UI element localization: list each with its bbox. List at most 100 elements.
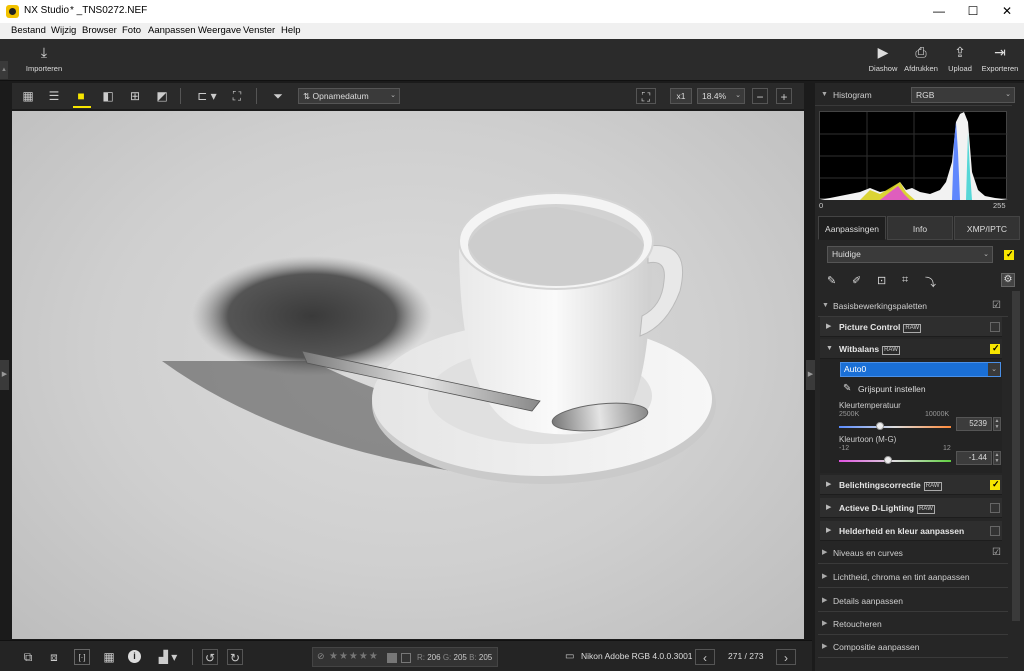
tab-aanpassingen[interactable]: Aanpassingen	[818, 216, 886, 240]
menu-browser[interactable]: Browser	[82, 25, 117, 36]
menu-help[interactable]: Help	[281, 25, 301, 36]
picture-control-palette[interactable]: ▶ Picture Control RAW	[820, 317, 1002, 337]
menu-wijzig[interactable]: Wijzig	[51, 25, 76, 36]
tint-slider-knob[interactable]	[884, 456, 892, 464]
grey-point-eyedropper-icon[interactable]: ✎	[843, 383, 851, 394]
import-button[interactable]: ⤓ Importeren	[22, 43, 66, 73]
r-value: 206	[427, 653, 441, 662]
active-d-lighting-checkbox[interactable]	[990, 503, 1000, 513]
label-tag-icon[interactable]	[401, 653, 411, 663]
crop-icon[interactable]: ⌗	[902, 274, 908, 287]
next-image-icon[interactable]: ›	[776, 649, 796, 665]
grey-point-button[interactable]: Grijspunt instellen	[858, 384, 926, 394]
adjust-panel-scrollbar[interactable]	[1012, 291, 1020, 621]
filmstrip-view-icon[interactable]: ◧	[100, 88, 116, 104]
list-view-icon[interactable]: ☰	[46, 88, 62, 104]
rotate-left-icon[interactable]: ↺	[202, 649, 218, 665]
slideshow-button[interactable]: ▶ Diashow	[866, 43, 900, 73]
compare-view-icon[interactable]: ⊞	[127, 88, 143, 104]
white-balance-palette[interactable]: ▼ Witbalans RAW	[820, 339, 1002, 359]
close-icon[interactable]: ✕	[990, 0, 1024, 23]
export-button[interactable]: ⇥ Exporteren	[980, 43, 1020, 73]
white-balance-checkbox[interactable]	[990, 343, 1000, 354]
section-retouch[interactable]: ▶ Retoucheren	[818, 613, 1008, 635]
exposure-correction-palette[interactable]: ▶ Belichtingscorrectie RAW	[820, 475, 1002, 495]
protect-icon[interactable]: ⊘	[317, 651, 325, 662]
rating-stars-icon[interactable]: ★★★★★	[329, 651, 379, 662]
info-icon[interactable]: i	[128, 650, 141, 663]
histogram-title: Histogram	[833, 90, 872, 100]
temperature-slider[interactable]	[839, 426, 951, 428]
right-panel-toggle-icon[interactable]: ▶	[806, 360, 815, 390]
histogram-channel-dropdown[interactable]: RGB ⌄	[911, 87, 1015, 103]
rotate-right-icon[interactable]: ↻	[227, 649, 243, 665]
basic-palettes-check-icon[interactable]: ☑	[992, 300, 1001, 311]
nx-studio-logo-icon	[6, 5, 19, 18]
photo-preview[interactable]	[12, 111, 804, 639]
picture-control-checkbox[interactable]	[990, 322, 1000, 332]
active-d-lighting-palette[interactable]: ▶ Actieve D-Lighting RAW	[820, 498, 1002, 518]
frame-icon[interactable]: [·]	[74, 649, 90, 665]
white-balance-mode-dropdown[interactable]: Auto0 ⌄	[840, 362, 1001, 377]
white-balance-mode-value: Auto0	[844, 364, 867, 374]
menu-foto[interactable]: Foto	[122, 25, 141, 36]
section-details[interactable]: ▶ Details aanpassen	[818, 590, 1008, 612]
monitor-icon: ▭	[565, 651, 575, 662]
maximize-icon[interactable]: ☐	[956, 0, 990, 23]
zoom-level-dropdown[interactable]: 18.4% ⌄	[697, 88, 745, 104]
chevron-right-icon: ▶	[822, 620, 828, 627]
layout-menu-icon[interactable]: ⊏ ▾	[194, 88, 220, 104]
retouch-brush-icon[interactable]: ✐	[852, 274, 861, 287]
temperature-slider-knob[interactable]	[876, 422, 884, 430]
temperature-spinner[interactable]: ▲ ▼	[993, 417, 1001, 431]
zoom-in-icon[interactable]: +	[776, 88, 792, 104]
full-screen-icon[interactable]: ⛶	[636, 88, 656, 104]
upload-button[interactable]: ⇪ Upload	[944, 43, 976, 73]
exposure-correction-checkbox[interactable]	[990, 479, 1000, 490]
section-composition[interactable]: ▶ Compositie aanpassen	[818, 636, 1008, 658]
menu-aanpassen[interactable]: Aanpassen	[148, 25, 196, 36]
temperature-input[interactable]: 5239	[956, 417, 992, 431]
tab-xmp-iptc[interactable]: XMP/IPTC	[954, 216, 1020, 240]
collapse-toolbar-icon[interactable]: ▲	[0, 61, 8, 79]
label-color-icon[interactable]	[387, 653, 397, 663]
thumbnail-grid-icon[interactable]: ▦	[20, 88, 36, 104]
perspective-icon[interactable]: ⤵	[925, 274, 936, 290]
menu-venster[interactable]: Venster	[243, 25, 275, 36]
gear-icon[interactable]: ⚙	[1001, 273, 1015, 287]
straighten-icon[interactable]: ⊡	[877, 274, 886, 287]
print-button[interactable]: ⎙ Afdrukken	[902, 43, 940, 73]
preset-indicator[interactable]	[1004, 249, 1014, 260]
unstack-icon[interactable]: ⧈	[46, 649, 62, 665]
single-image-view-icon[interactable]: ■	[73, 88, 89, 104]
tint-slider[interactable]	[839, 460, 951, 462]
menu-bestand[interactable]: Bestand	[11, 25, 46, 36]
stack-icon[interactable]: ⧉	[20, 649, 36, 665]
brightness-color-palette[interactable]: ▶ Helderheid en kleur aanpassen	[820, 521, 1002, 541]
tint-spinner[interactable]: ▲ ▼	[993, 451, 1001, 465]
fit-frame-icon[interactable]: ⛶	[229, 88, 245, 104]
zoom-1x-button[interactable]: x1	[670, 88, 692, 104]
before-after-view-icon[interactable]: ◩	[154, 88, 170, 104]
export-icon: ⇥	[994, 44, 1006, 60]
histogram-overlay-icon[interactable]: ▟ ▾	[155, 649, 181, 665]
basic-palettes-header[interactable]: ▼ Basisbewerkingspaletten	[818, 295, 1008, 317]
section-lightness-chroma-hue[interactable]: ▶ Lichtheid, chroma en tint aanpassen	[818, 566, 1008, 588]
chevron-down-icon: ▼	[821, 91, 828, 98]
filter-icon[interactable]: ⏷	[270, 88, 286, 104]
minimize-icon[interactable]: —	[922, 0, 956, 23]
sort-order-dropdown[interactable]: ⇅ Opnamedatum ⌄	[298, 88, 400, 104]
previous-image-icon[interactable]: ‹	[695, 649, 715, 665]
tint-input[interactable]: -1.44	[956, 451, 992, 465]
eyedropper-tool-icon[interactable]: ✎	[827, 274, 836, 287]
grid-overlay-icon[interactable]: ▦	[101, 649, 117, 665]
levels-curves-check-icon[interactable]: ☑	[992, 547, 1001, 558]
adjust-preset-dropdown[interactable]: Huidige ⌄	[827, 246, 993, 263]
tab-info[interactable]: Info	[887, 216, 953, 240]
left-panel-toggle-icon[interactable]: ▶	[0, 360, 9, 390]
brightness-color-checkbox[interactable]	[990, 526, 1000, 536]
menu-weergave[interactable]: Weergave	[198, 25, 241, 36]
chevron-right-icon: ▶	[826, 323, 832, 330]
zoom-out-icon[interactable]: −	[752, 88, 768, 104]
section-levels-curves[interactable]: ▶ Niveaus en curves	[818, 542, 1008, 564]
